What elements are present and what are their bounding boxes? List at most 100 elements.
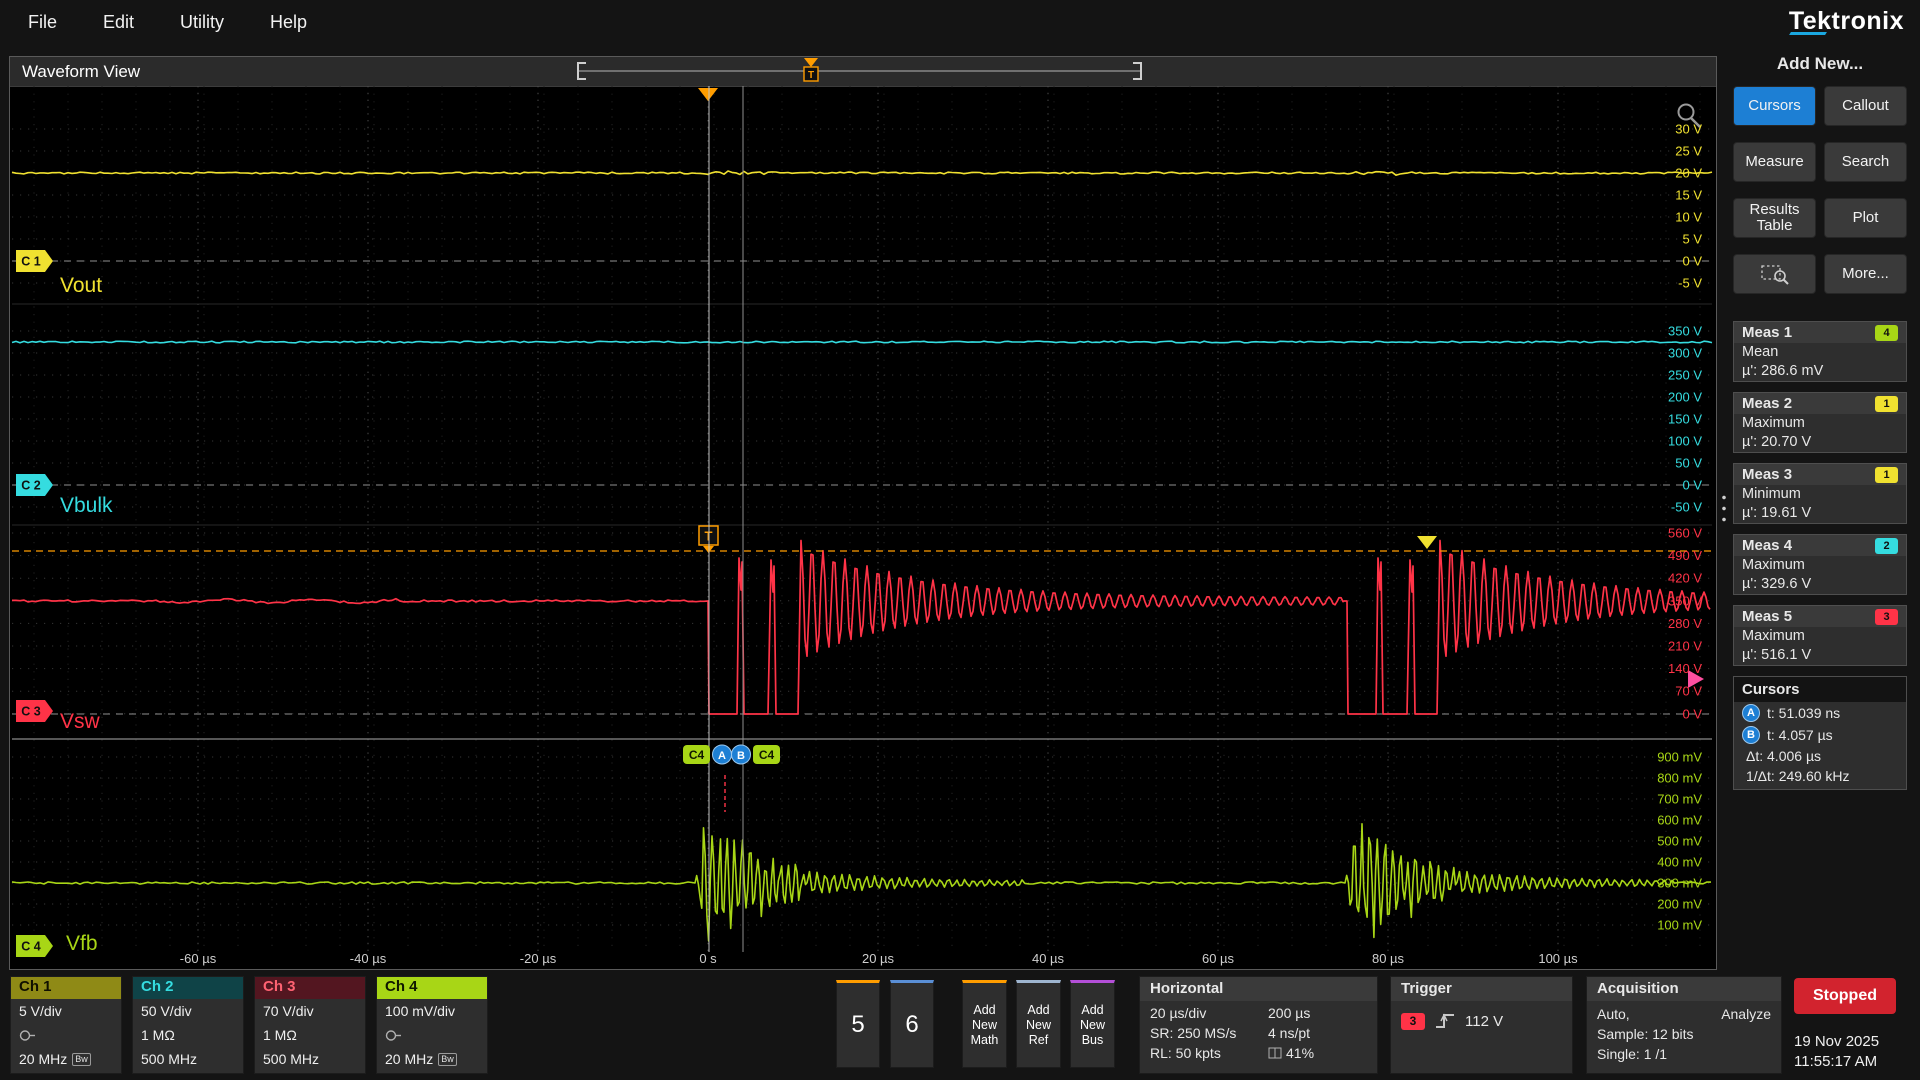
- horizontal-window: 200 µs: [1268, 1005, 1367, 1021]
- meas-4-panel[interactable]: Meas 42 Maximum µ': 329.6 V: [1733, 534, 1907, 595]
- cursor-inv-delta-t: 1/Δt: 249.60 kHz: [1734, 766, 1906, 786]
- logo-text: Tektronix: [1789, 7, 1904, 35]
- meas-title: Meas 2: [1742, 395, 1792, 412]
- channel-2-card[interactable]: Ch 2 50 V/div 1 MΩ 500 MHz: [132, 976, 244, 1074]
- meas-source-badge: 1: [1875, 396, 1898, 412]
- add-bus-line: Bus: [1071, 1033, 1114, 1048]
- waveform-view-title: Waveform View: [10, 57, 1716, 87]
- plot-button[interactable]: Plot: [1824, 198, 1907, 238]
- meas-3-panel[interactable]: Meas 31 Minimum µ': 19.61 V: [1733, 463, 1907, 524]
- horizontal-title: Horizontal: [1140, 977, 1377, 1001]
- add-ref-line: Ref: [1017, 1033, 1060, 1048]
- meas-5-panel[interactable]: Meas 53 Maximum µ': 516.1 V: [1733, 605, 1907, 666]
- channel-3-card[interactable]: Ch 3 70 V/div 1 MΩ 500 MHz: [254, 976, 366, 1074]
- channel-label: Ch 1: [11, 977, 121, 999]
- more-button[interactable]: More...: [1824, 254, 1907, 294]
- acquisition-analyze: Analyze: [1721, 1006, 1771, 1022]
- meas-source-badge: 4: [1875, 325, 1898, 341]
- horizontal-panel[interactable]: Horizontal 20 µs/div 200 µs SR: 250 MS/s…: [1139, 976, 1378, 1074]
- acquisition-panel[interactable]: Acquisition Auto, Analyze Sample: 12 bit…: [1586, 976, 1782, 1074]
- bottom-bar: Ch 1 5 V/div 20 MHzBw Ch 2 50 V/div 1 MΩ…: [0, 973, 1920, 1080]
- sidebar-title: Add New...: [1733, 54, 1907, 78]
- channel-impedance: 1 MΩ: [133, 1023, 243, 1047]
- horizontal-position: 41%: [1286, 1045, 1314, 1061]
- date-label: 19 Nov 2025: [1794, 1033, 1879, 1050]
- channel-bandwidth: 20 MHz: [385, 1051, 433, 1067]
- trigger-panel[interactable]: Trigger 3 112 V: [1390, 976, 1573, 1074]
- channel-scale: 50 V/div: [133, 999, 243, 1023]
- meas-kind: Mean: [1734, 343, 1906, 362]
- menu-file[interactable]: File: [28, 12, 57, 33]
- trigger-level-value: 112 V: [1465, 1013, 1503, 1030]
- sample-interval: 4 ns/pt: [1268, 1025, 1367, 1041]
- add-bus-line: New: [1071, 1018, 1114, 1033]
- channel-5-label: 5: [851, 1011, 864, 1039]
- rising-edge-icon: [1434, 1011, 1456, 1031]
- meas-2-panel[interactable]: Meas 2 1 Maximum µ': 20.70 V: [1733, 392, 1907, 453]
- add-math-line: New: [963, 1018, 1006, 1033]
- channel-6-button[interactable]: 6: [890, 980, 934, 1068]
- channel-scale: 70 V/div: [255, 999, 365, 1023]
- probe-icon: [19, 1029, 36, 1042]
- bandwidth-limit-badge: Bw: [72, 1053, 91, 1066]
- trigger-source-badge: 3: [1401, 1013, 1425, 1030]
- tektronix-logo: Tektronix: [1789, 7, 1904, 36]
- probe-icon: [385, 1029, 402, 1042]
- add-bus-line: Add: [1071, 1003, 1114, 1018]
- clock-label: 11:55:17 AM: [1794, 1053, 1877, 1070]
- zoom-mode-button[interactable]: [1733, 254, 1816, 294]
- channel-1-card[interactable]: Ch 1 5 V/div 20 MHzBw: [10, 976, 122, 1074]
- cursors-results-panel[interactable]: Cursors At: 51.039 ns Bt: 4.057 µs Δt: 4…: [1733, 676, 1907, 790]
- add-new-bus-button[interactable]: Add New Bus: [1070, 980, 1115, 1068]
- channel-4-card[interactable]: Ch 4 100 mV/div 20 MHzBw: [376, 976, 488, 1074]
- zoom-area-icon: [1760, 262, 1790, 286]
- cursor-delta-t: Δt: 4.006 µs: [1734, 746, 1906, 766]
- horizontal-scale: 20 µs/div: [1150, 1005, 1268, 1021]
- menu-bar: File Edit Utility Help Tektronix: [0, 0, 1920, 44]
- cursor-b-badge: B: [1742, 726, 1760, 744]
- meas-source-badge: 3: [1875, 609, 1898, 625]
- menu-edit[interactable]: Edit: [103, 12, 134, 33]
- channel-bandwidth: 20 MHz: [19, 1051, 67, 1067]
- panel-splitter-handle[interactable]: [1721, 492, 1727, 526]
- channel-scale: 100 mV/div: [377, 999, 487, 1023]
- expansion-point-icon: [1268, 1047, 1282, 1059]
- meas-title: Meas 5: [1742, 608, 1792, 625]
- acquisition-sample: Sample: 12 bits: [1587, 1022, 1781, 1042]
- add-new-sidebar: Add New... Cursors Callout Measure Searc…: [1733, 50, 1907, 790]
- channel-5-button[interactable]: 5: [836, 980, 880, 1068]
- menu-help[interactable]: Help: [270, 12, 307, 33]
- results-table-button[interactable]: Results Table: [1733, 198, 1816, 238]
- add-math-line: Math: [963, 1033, 1006, 1048]
- search-button[interactable]: Search: [1824, 142, 1907, 182]
- trigger-title: Trigger: [1391, 977, 1572, 1001]
- cursors-panel-title: Cursors: [1734, 677, 1906, 702]
- acquisition-title: Acquisition: [1587, 977, 1781, 1001]
- meas-source-badge: 2: [1875, 538, 1898, 554]
- channel-label: Ch 3: [255, 977, 365, 999]
- measure-button[interactable]: Measure: [1733, 142, 1816, 182]
- callout-button[interactable]: Callout: [1824, 86, 1907, 126]
- add-ref-line: New: [1017, 1018, 1060, 1033]
- add-new-math-button[interactable]: Add New Math: [962, 980, 1007, 1068]
- channel-bandwidth: 500 MHz: [255, 1047, 365, 1071]
- run-stop-status[interactable]: Stopped: [1794, 978, 1896, 1014]
- meas-value: µ': 20.70 V: [1734, 433, 1906, 452]
- meas-value: µ': 516.1 V: [1734, 646, 1906, 665]
- meas-value: µ': 286.6 mV: [1734, 362, 1906, 381]
- meas-value: µ': 329.6 V: [1734, 575, 1906, 594]
- meas-kind: Maximum: [1734, 414, 1906, 433]
- acquisition-single: Single: 1 /1: [1587, 1042, 1781, 1062]
- meas-kind: Minimum: [1734, 485, 1906, 504]
- meas-1-panel[interactable]: Meas 14 Mean µ': 286.6 mV: [1733, 321, 1907, 382]
- bandwidth-limit-badge: Bw: [438, 1053, 457, 1066]
- channel-label: Ch 2: [133, 977, 243, 999]
- channel-bandwidth: 500 MHz: [133, 1047, 243, 1071]
- cursor-a-badge: A: [1742, 704, 1760, 722]
- oscilloscope-ui: File Edit Utility Help Tektronix Wavefor…: [0, 0, 1920, 1080]
- menu-utility[interactable]: Utility: [180, 12, 224, 33]
- meas-title: Meas 3: [1742, 466, 1792, 483]
- add-new-ref-button[interactable]: Add New Ref: [1016, 980, 1061, 1068]
- cursors-button[interactable]: Cursors: [1733, 86, 1816, 126]
- channel-6-label: 6: [905, 1011, 918, 1039]
